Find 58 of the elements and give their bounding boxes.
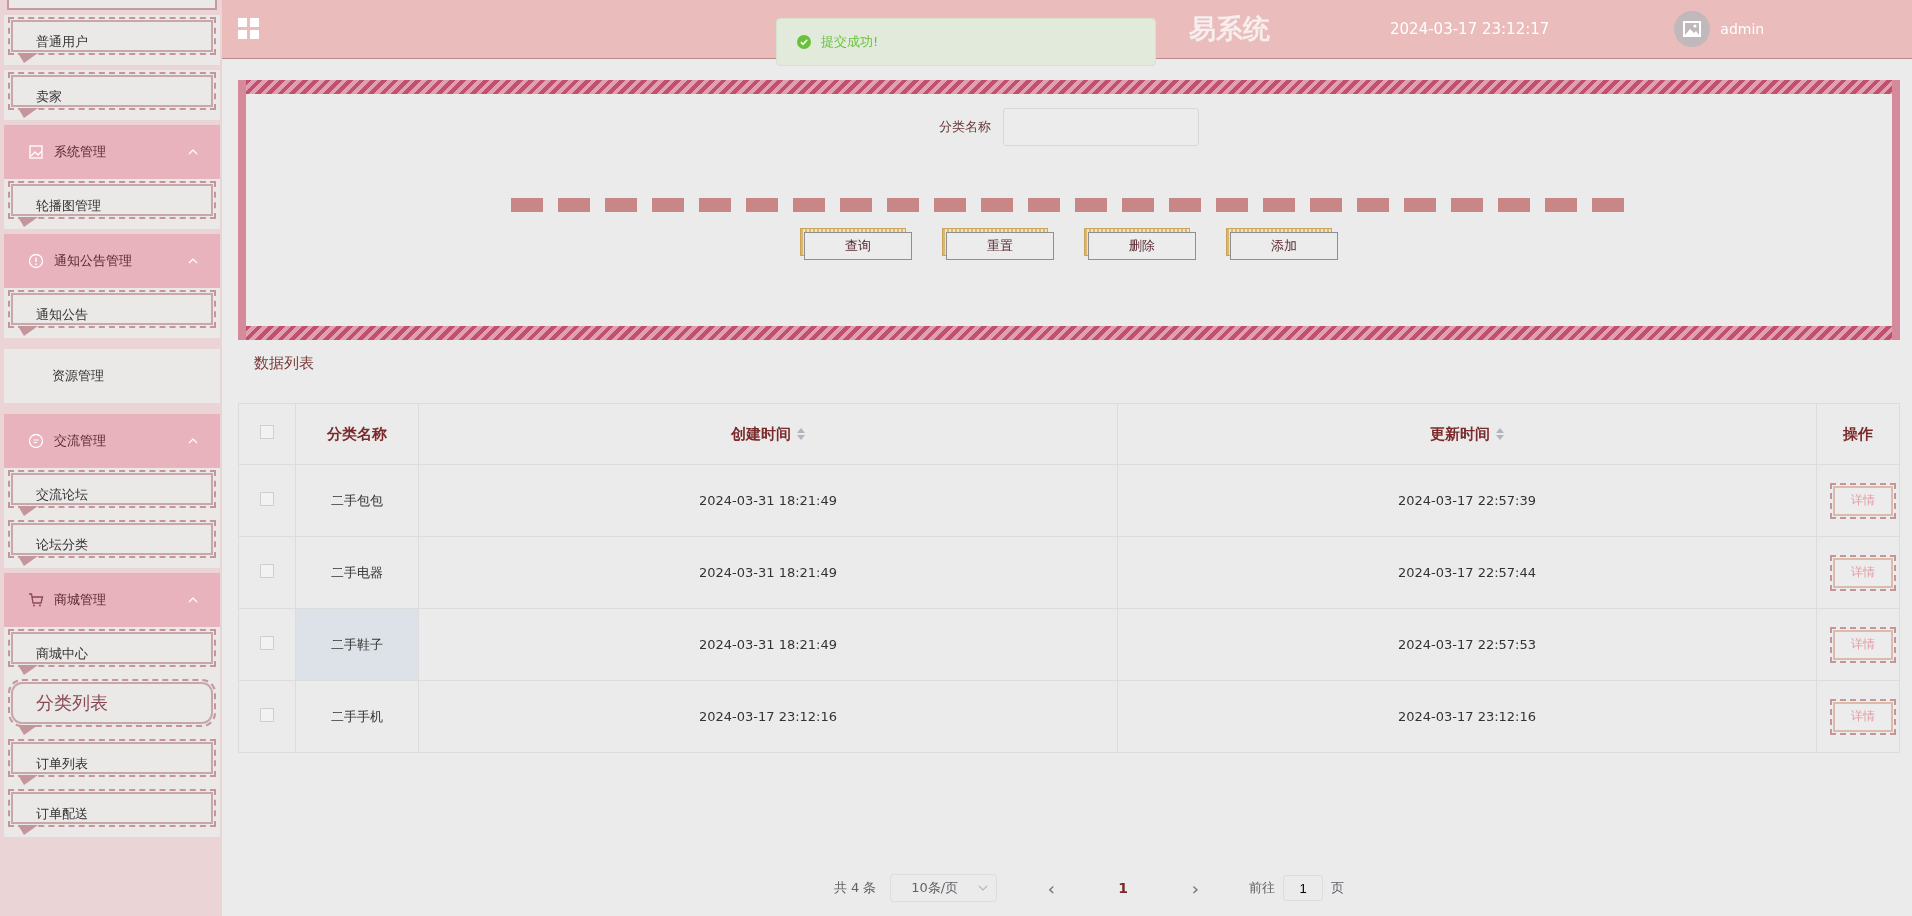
chat-icon bbox=[28, 433, 44, 449]
action-button[interactable]: 重置 bbox=[946, 232, 1054, 260]
menu-group-header[interactable]: 商城管理 bbox=[4, 573, 220, 627]
table-cell: 2024-03-17 22:57:39 bbox=[1397, 493, 1537, 508]
info-icon bbox=[28, 253, 44, 269]
menu-icon[interactable] bbox=[238, 18, 260, 40]
toast-message: 提交成功! bbox=[821, 33, 879, 51]
next-page-button[interactable]: › bbox=[1155, 876, 1236, 900]
column-header: 分类名称 bbox=[295, 403, 419, 465]
cart-icon bbox=[28, 592, 44, 608]
table-cell: 二手电器 bbox=[331, 564, 383, 580]
sort-icon[interactable] bbox=[797, 428, 805, 440]
table-cell: 2024-03-17 23:12:16 bbox=[698, 709, 838, 724]
column-header[interactable]: 更新时间 bbox=[1117, 403, 1817, 465]
field-label: 分类名称 bbox=[939, 118, 991, 136]
table-cell: 2024-03-31 18:21:49 bbox=[698, 565, 838, 580]
table-cell: 2024-03-17 22:57:53 bbox=[1397, 637, 1537, 652]
avatar-icon[interactable] bbox=[1674, 11, 1711, 47]
menu-group-header[interactable]: 交流管理 bbox=[4, 414, 220, 468]
sidebar-item[interactable]: 普通用户 bbox=[4, 15, 220, 65]
menu-group-header[interactable]: 通知公告管理 bbox=[4, 234, 220, 288]
prev-page-button[interactable]: ‹ bbox=[1011, 876, 1092, 900]
menu-group-header[interactable]: 系统管理 bbox=[4, 125, 220, 179]
total-count: 共 4 条 bbox=[833, 879, 877, 897]
caret-icon bbox=[188, 258, 198, 264]
row-checkbox[interactable] bbox=[260, 492, 274, 506]
table-cell: 二手手机 bbox=[331, 708, 383, 724]
page-suffix: 页 bbox=[1331, 879, 1345, 897]
row-checkbox[interactable] bbox=[260, 708, 274, 722]
sidebar-item[interactable]: 资源管理 bbox=[4, 349, 220, 403]
page-input[interactable]: 1 bbox=[1283, 875, 1324, 901]
table-cell: 2024-03-31 18:21:49 bbox=[698, 637, 838, 652]
check-circle-icon bbox=[797, 35, 811, 49]
sort-icon[interactable] bbox=[1496, 428, 1504, 440]
column-header: 操作 bbox=[1816, 403, 1900, 465]
table-cell: 2024-03-31 18:21:49 bbox=[698, 493, 838, 508]
table-cell: 2024-03-17 22:57:44 bbox=[1397, 565, 1537, 580]
select-all-checkbox[interactable] bbox=[260, 425, 274, 439]
sidebar-item[interactable] bbox=[7, 0, 217, 10]
datetime-text: 2024-03-17 23:12:17 bbox=[1390, 20, 1550, 38]
row-checkbox[interactable] bbox=[260, 636, 274, 650]
sidebar-item[interactable]: 卖家 bbox=[4, 70, 220, 120]
page-size-select[interactable]: 10条/页 bbox=[890, 874, 998, 902]
caret-icon bbox=[188, 597, 198, 603]
picture-icon bbox=[28, 144, 44, 160]
column-header[interactable]: 创建时间 bbox=[418, 403, 1118, 465]
section-title: 数据列表 bbox=[254, 354, 315, 373]
action-button[interactable]: 删除 bbox=[1088, 232, 1196, 260]
table-cell: 2024-03-17 23:12:16 bbox=[1397, 709, 1537, 724]
goto-label: 前往 bbox=[1249, 879, 1276, 897]
caret-icon bbox=[188, 438, 198, 444]
action-button[interactable]: 查询 bbox=[804, 232, 912, 260]
row-checkbox[interactable] bbox=[260, 564, 274, 578]
table-cell: 二手包包 bbox=[331, 492, 383, 508]
table-cell: 二手鞋子 bbox=[331, 636, 383, 652]
caret-icon bbox=[188, 149, 198, 155]
action-button[interactable]: 添加 bbox=[1230, 232, 1338, 260]
chevron-down-icon bbox=[978, 885, 989, 891]
